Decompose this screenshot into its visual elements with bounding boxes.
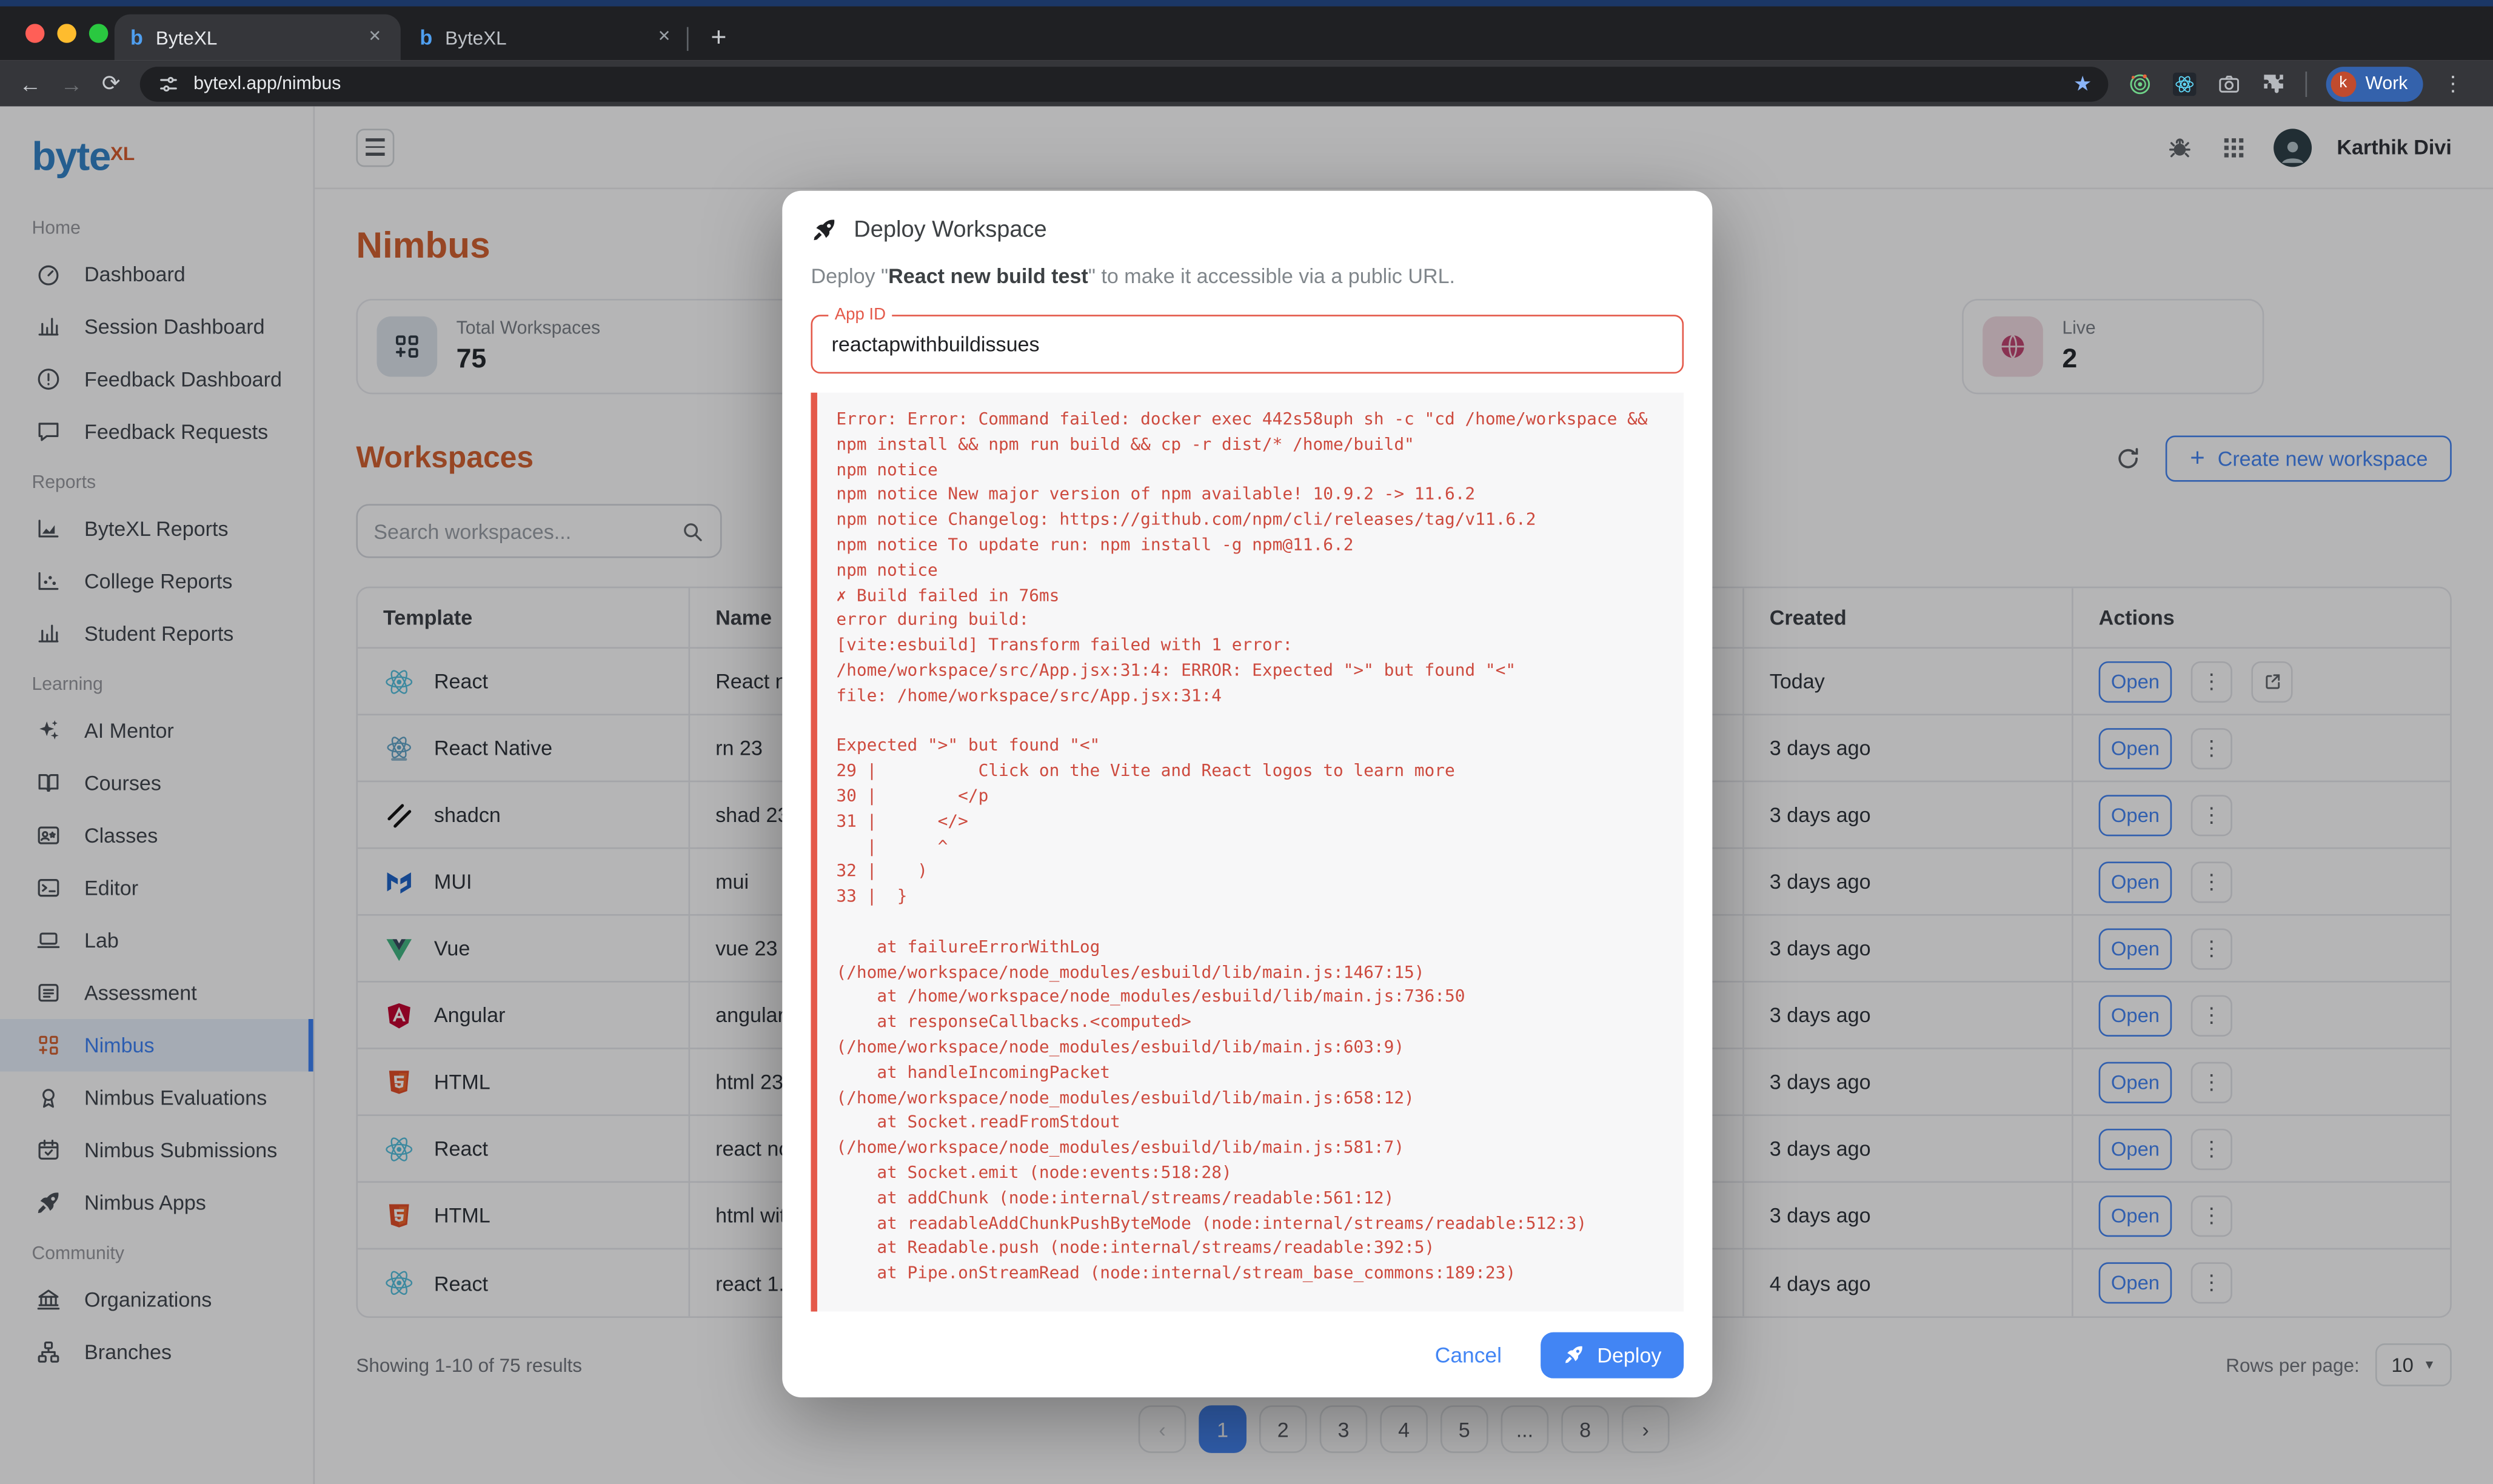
desc-prefix: Deploy " [811, 264, 888, 287]
profile-avatar: k [2331, 71, 2356, 96]
cancel-button[interactable]: Cancel [1435, 1343, 1502, 1366]
window-controls [25, 24, 108, 42]
app-id-input[interactable] [812, 332, 1682, 356]
deploy-button[interactable]: Deploy [1540, 1331, 1684, 1377]
screenshot-extension-icon[interactable] [2216, 71, 2241, 96]
toolbar-divider [2305, 71, 2307, 96]
workspace-name: React new build test [888, 264, 1088, 287]
modal-title: Deploy Workspace [854, 217, 1046, 242]
reload-icon[interactable]: ⟳ [102, 70, 121, 97]
url-text: bytexl.app/nimbus [193, 74, 2061, 93]
bytexl-favicon: b [130, 25, 143, 49]
profile-label: Work [2366, 74, 2408, 93]
back-icon[interactable]: ← [19, 71, 41, 96]
new-tab-button[interactable]: + [700, 19, 738, 57]
tab-divider [687, 27, 689, 51]
modal-footer: Cancel Deploy [811, 1312, 1684, 1398]
browser-toolbar: ← → ⟳ bytexl.app/nimbus ★ k Work ⋮ [0, 61, 2493, 107]
rocket-icon [811, 216, 838, 244]
tab-title: ByteXL [156, 26, 365, 48]
site-settings-icon[interactable] [155, 71, 181, 96]
browser-tab-active[interactable]: b ByteXL ✕ [115, 15, 401, 61]
window-close-button[interactable] [25, 24, 44, 42]
tab-close-icon[interactable]: ✕ [365, 25, 384, 49]
modal-description: Deploy "React new build test" to make it… [811, 264, 1684, 287]
forward-icon[interactable]: → [61, 71, 83, 96]
extensions-puzzle-icon[interactable] [2260, 71, 2286, 96]
extension-orbit-icon[interactable] [2127, 71, 2152, 96]
deploy-workspace-modal: Deploy Workspace Deploy "React new build… [782, 191, 1712, 1397]
error-log-text: Error: Error: Command failed: docker exe… [836, 409, 1664, 1288]
deploy-label: Deploy [1597, 1343, 1661, 1366]
browser-tabstrip: b ByteXL ✕ b ByteXL ✕ + [0, 6, 2493, 60]
tab-close-icon[interactable]: ✕ [654, 25, 674, 49]
rocket-icon [1562, 1343, 1585, 1366]
address-bar[interactable]: bytexl.app/nimbus ★ [139, 66, 2108, 101]
browser-tab-inactive[interactable]: b ByteXL ✕ [404, 15, 690, 61]
window-minimize-button[interactable] [57, 24, 76, 42]
bytexl-favicon: b [420, 25, 432, 49]
browser-profile-chip[interactable]: k Work [2326, 66, 2424, 101]
window-zoom-button[interactable] [89, 24, 108, 42]
app-id-label: App ID [828, 306, 892, 324]
desktop-strip [0, 0, 2493, 6]
deploy-error-log[interactable]: Error: Error: Command failed: docker exe… [811, 393, 1684, 1312]
browser-menu-icon[interactable]: ⋮ [2443, 71, 2463, 96]
browser-window: b ByteXL ✕ b ByteXL ✕ + ← → ⟳ bytexl.app… [0, 0, 2493, 1484]
tab-title: ByteXL [445, 26, 654, 48]
app-id-field: App ID [811, 315, 1684, 373]
desc-suffix: " to make it accessible via a public URL… [1088, 264, 1455, 287]
bookmark-star-icon[interactable]: ★ [2073, 71, 2092, 96]
react-devtools-icon[interactable] [2172, 71, 2197, 96]
